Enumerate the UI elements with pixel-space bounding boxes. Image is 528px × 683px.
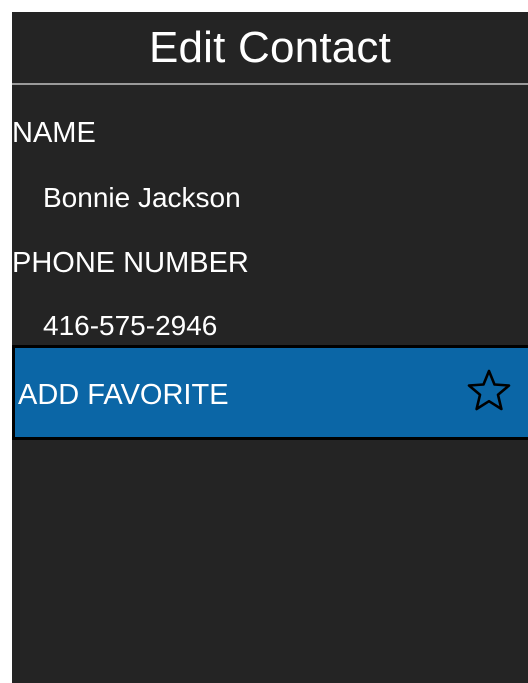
add-favorite-button[interactable]: ADD FAVORITE <box>12 345 528 440</box>
header-bar: Edit Contact <box>12 12 528 85</box>
page-title: Edit Contact <box>148 22 392 72</box>
phone-number-field[interactable]: 416-575-2946 <box>43 312 217 340</box>
name-section-label: NAME <box>12 117 96 149</box>
add-favorite-label: ADD FAVORITE <box>18 379 229 411</box>
star-icon[interactable] <box>467 368 511 412</box>
phone-number-section-label: PHONE NUMBER <box>12 247 249 279</box>
edit-contact-screen: Edit Contact NAME Bonnie Jackson PHONE N… <box>12 12 528 683</box>
name-field[interactable]: Bonnie Jackson <box>43 184 241 212</box>
